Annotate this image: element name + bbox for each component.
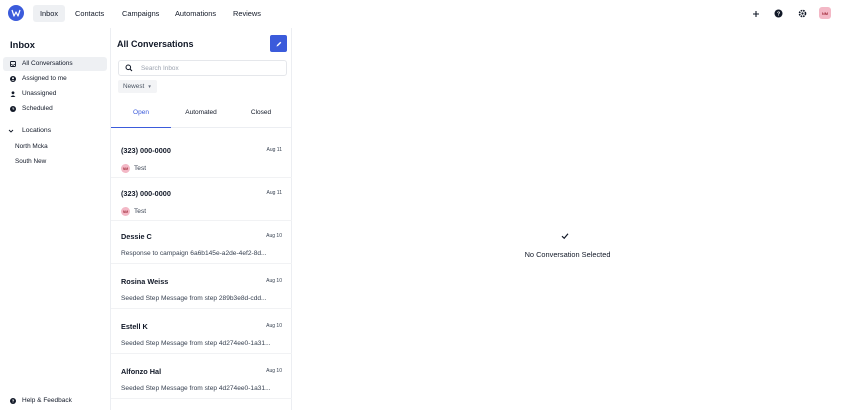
help-feedback-link[interactable]: ? Help & Feedback [3,394,72,408]
location-item[interactable]: North Mcka [15,143,48,150]
locations-toggle[interactable]: Locations [3,124,107,138]
contact-name: Alfonzo Hal [121,367,162,376]
conversation-list-panel: All Conversations Newest▼ Open Automated… [110,28,292,410]
conversation-detail-panel: No Conversation Selected [292,28,841,410]
conversation-item[interactable]: (323) 000-0000 Aug 11 NM Test [111,133,292,178]
conversation-item[interactable]: Dessie C Aug 10 Response to campaign 6a6… [111,219,292,264]
caret-down-icon: ▼ [147,84,152,89]
contact-name: Dessie C [121,232,152,241]
message-preview: Seeded Step Message from step 289b3e8d-c… [121,295,267,302]
sidebar-item-assigned-to-me[interactable]: Assigned to me [3,72,107,86]
plus-icon[interactable] [750,8,761,19]
message-preview: Seeded Step Message from step 4d274ee0-1… [121,385,271,392]
sort-dropdown[interactable]: Newest ▼ [118,80,157,93]
sidebar-item-scheduled[interactable]: Scheduled [3,102,107,116]
message-preview: Response to campaign 6a6b145e-a2de-4ef2-… [121,250,267,257]
nav-contacts[interactable]: Contacts [68,5,111,22]
compose-button[interactable] [270,35,287,52]
help-icon[interactable]: ? [773,8,784,19]
settings-icon[interactable] [797,8,808,19]
conversation-date: Aug 11 [266,147,282,153]
user-circle-icon [10,76,16,82]
conversation-item[interactable]: Estell K Aug 10 Seeded Step Message from… [111,309,292,354]
location-item[interactable]: South New [15,158,46,165]
sidebar-item-label: All Conversations [22,60,73,67]
svg-text:?: ? [12,399,15,404]
top-navigation-bar: Inbox Contacts Campaigns Automations Rev… [0,0,841,28]
search-input[interactable] [141,63,281,73]
inbox-icon [10,61,16,67]
sidebar-item-label: Unassigned [22,90,57,97]
conversation-date: Aug 10 [266,233,282,239]
search-box [118,60,287,76]
clock-icon [10,106,16,112]
conversation-item[interactable]: Alfonzo Hal Aug 10 Seeded Step Message f… [111,354,292,399]
avatar: NM [121,207,130,216]
chevron-down-icon [8,129,14,133]
brand-logo-icon[interactable] [8,5,24,21]
empty-state-label: No Conversation Selected [292,250,841,259]
tab-closed[interactable]: Closed [231,99,291,128]
message-preview: Test [134,208,147,215]
conversation-date: Aug 10 [266,368,282,374]
contact-name: (323) 000-0000 [121,189,171,198]
tab-open[interactable]: Open [111,99,171,128]
conversation-tabs: Open Automated Closed [111,99,292,128]
search-icon [125,64,133,72]
user-avatar[interactable]: NM [819,7,831,19]
inbox-sidebar: Inbox All Conversations Assigned to me U… [0,28,108,410]
panel-title: All Conversations [117,39,194,49]
locations-label: Locations [22,127,52,134]
contact-name: Estell K [121,322,148,331]
tab-automated[interactable]: Automated [171,99,231,128]
conversation-date: Aug 10 [266,323,282,329]
sidebar-title: Inbox [10,39,35,50]
message-preview: Seeded Step Message from step 4d274ee0-1… [121,340,271,347]
avatar: NM [121,164,130,173]
nav-inbox[interactable]: Inbox [33,5,66,22]
conversation-item[interactable]: Rosina Weiss Aug 10 Seeded Step Message … [111,264,292,309]
message-preview: Test [134,165,147,172]
contact-name: (323) 000-0000 [121,146,171,155]
help-label: Help & Feedback [22,397,72,404]
pencil-icon [276,41,281,46]
sidebar-item-label: Scheduled [22,105,53,112]
user-icon [10,91,16,97]
sidebar-item-unassigned[interactable]: Unassigned [3,87,107,101]
checkmark-icon [561,232,569,242]
sidebar-item-label: Assigned to me [22,75,67,82]
nav-reviews[interactable]: Reviews [226,5,268,22]
sidebar-item-all-conversations[interactable]: All Conversations [3,57,107,71]
conversation-item[interactable]: (323) 000-0000 Aug 11 NM Test [111,176,292,221]
nav-automations[interactable]: Automations [168,5,223,22]
conversation-date: Aug 11 [266,190,282,196]
sort-label: Newest [123,83,145,90]
conversation-date: Aug 10 [266,278,282,284]
contact-name: Rosina Weiss [121,277,169,286]
nav-campaigns[interactable]: Campaigns [115,5,166,22]
help-circle-icon: ? [10,398,16,404]
empty-state-text: No Conversation Selected [524,250,611,259]
